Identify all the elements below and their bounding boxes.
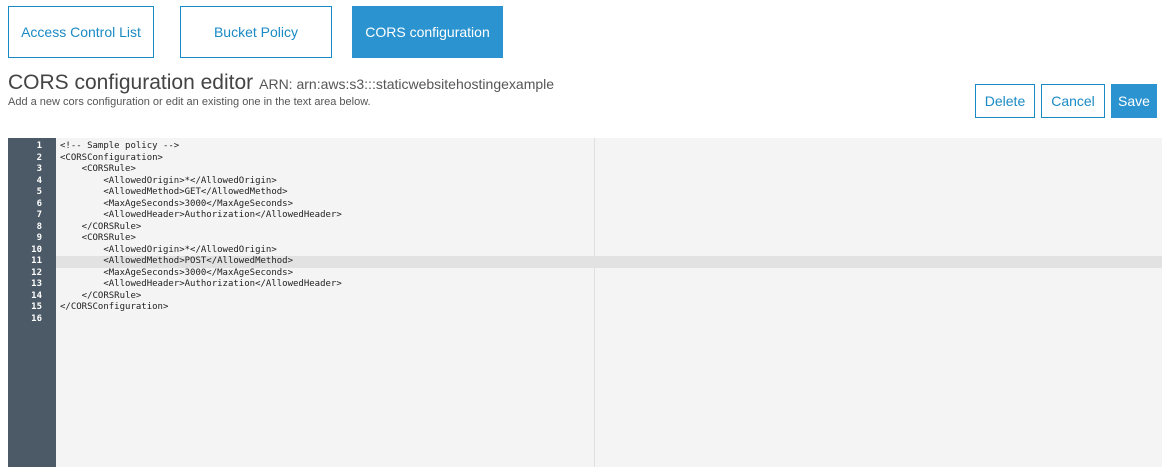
line-number: 13 <box>31 279 42 289</box>
line-number: 1 <box>36 141 42 151</box>
code-line[interactable]: <AllowedOrigin>*</AllowedOrigin> <box>56 176 1162 188</box>
line-number: 16 <box>31 313 42 324</box>
line-number: 6 <box>36 198 42 209</box>
code-line[interactable]: <CORSConfiguration> <box>56 153 1162 165</box>
line-number: 4 <box>36 175 42 186</box>
code-editor[interactable]: 1 2 3 4 5 6 7 8 9 10 11 12 13 14 15 16 <!-- Sample poli… <box>8 138 1162 467</box>
code-line[interactable]: <MaxAgeSeconds>3000</MaxAgeSeconds> <box>56 268 1162 280</box>
tab-bucket-policy[interactable]: Bucket Policy <box>180 6 332 58</box>
code-line[interactable]: <AllowedMethod>GET</AllowedMethod> <box>56 187 1162 199</box>
editor-header: CORS configuration editor ARN: arn:aws:s… <box>8 71 554 108</box>
line-number: 7 <box>36 210 42 220</box>
action-buttons: Delete Cancel Save <box>975 84 1157 118</box>
line-number: 10 <box>31 244 42 255</box>
code-line[interactable]: <AllowedOrigin>*</AllowedOrigin> <box>56 245 1162 257</box>
code-line[interactable] <box>56 314 1162 326</box>
code-line[interactable]: <AllowedHeader>Authorization</AllowedHea… <box>56 279 1162 291</box>
line-number: 15 <box>31 302 42 312</box>
line-number: 11 <box>31 256 42 266</box>
line-number: 12 <box>31 267 42 278</box>
page-subtitle: Add a new cors configuration or edit an … <box>8 96 371 108</box>
tab-access-control-list[interactable]: Access Control List <box>8 6 154 58</box>
bucket-arn: ARN: arn:aws:s3:::staticwebsitehostingex… <box>259 76 555 92</box>
line-number: 5 <box>36 187 42 197</box>
code-line[interactable]: </CORSRule> <box>56 222 1162 234</box>
code-line[interactable]: </CORSConfiguration> <box>56 302 1162 314</box>
code-line[interactable]: <CORSRule> <box>56 233 1162 245</box>
delete-button[interactable]: Delete <box>975 84 1035 118</box>
line-number: 14 <box>31 290 42 301</box>
save-button[interactable]: Save <box>1111 84 1157 118</box>
line-number: 8 <box>36 221 42 232</box>
line-number: 2 <box>36 152 42 163</box>
code-line[interactable]: </CORSRule> <box>56 291 1162 303</box>
tab-cors-configuration[interactable]: CORS configuration <box>352 6 503 58</box>
line-number: 9 <box>36 233 42 243</box>
code-line[interactable]: <AllowedMethod>POST</AllowedMethod> <box>56 256 1162 268</box>
code-line[interactable]: <AllowedHeader>Authorization</AllowedHea… <box>56 210 1162 222</box>
code-line[interactable]: <MaxAgeSeconds>3000</MaxAgeSeconds> <box>56 199 1162 211</box>
page-title: CORS configuration editor <box>8 71 254 94</box>
title-row: CORS configuration editor ARN: arn:aws:s… <box>8 71 554 95</box>
code-line[interactable]: <!-- Sample policy --> <box>56 141 1162 153</box>
line-number: 3 <box>36 164 42 174</box>
line-number-gutter: 1 2 3 4 5 6 7 8 9 10 11 12 13 14 15 16 <box>8 138 56 467</box>
cancel-button[interactable]: Cancel <box>1041 84 1105 118</box>
code-text-area[interactable]: <!-- Sample policy --> <CORSConfiguration… <box>56 138 1162 325</box>
code-line[interactable]: <CORSRule> <box>56 164 1162 176</box>
